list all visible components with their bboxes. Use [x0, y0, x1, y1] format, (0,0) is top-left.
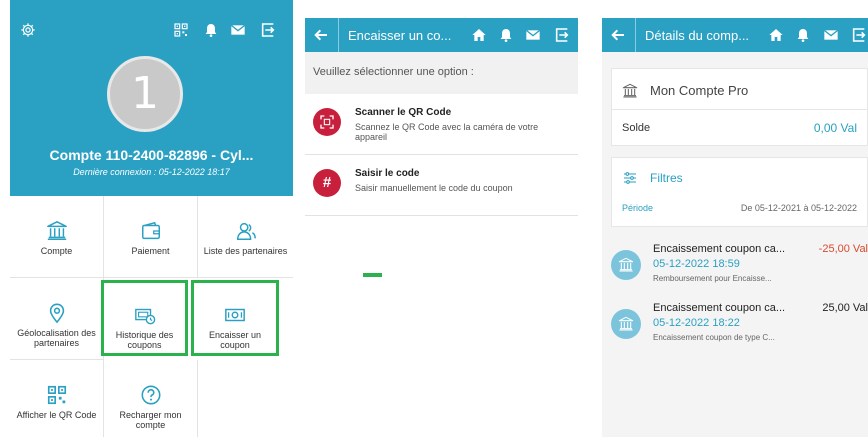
tile-label: Liste des partenaires [203, 246, 288, 256]
last-login-text: Dernière connexion : 05-12-2022 18:17 [73, 167, 230, 177]
tile-compte[interactable]: Compte [10, 196, 104, 278]
tile-encaisser-coupon[interactable]: Encaisser un coupon [191, 280, 279, 356]
qr-code-icon [10, 384, 103, 406]
home-icon[interactable] [471, 27, 487, 43]
tile-label: Géolocalisation des partenaires [17, 328, 96, 348]
tile-afficher-qr[interactable]: Afficher le QR Code [10, 360, 104, 437]
bank-icon [611, 250, 641, 280]
tile-label: Historique des coupons [115, 330, 174, 350]
balance-label: Solde [622, 122, 651, 134]
option-title: Saisir le code [355, 168, 420, 179]
option-enter-code[interactable]: # Saisir le code Saisir manuellement le … [305, 155, 578, 216]
balance-value: 0,00 Val [813, 121, 857, 135]
tile-label: Encaisser un coupon [208, 330, 262, 350]
transaction-amount: 25,00 Val [822, 302, 868, 314]
account-name: Mon Compte Pro [650, 83, 749, 98]
divider [635, 18, 636, 52]
partners-icon [198, 220, 293, 242]
filters-label: Filtres [650, 171, 683, 185]
option-description: Saisir manuellement le code du coupon [355, 183, 513, 193]
bell-icon[interactable] [203, 22, 219, 38]
location-pin-icon [10, 302, 103, 324]
transaction-note: Encaissement coupon de type C... [653, 333, 775, 342]
tile-label: Afficher le QR Code [16, 410, 97, 420]
app-bar: Encaisser un co... [305, 18, 578, 52]
help-circle-icon [104, 384, 197, 406]
tile-geolocalisation[interactable]: Géolocalisation des partenaires [10, 278, 104, 360]
page-title: Détails du comp... [645, 28, 750, 43]
tile-liste-partenaires[interactable]: Liste des partenaires [198, 196, 293, 278]
cash-coupon-screen: Encaisser un co... Veuillez sélectionner… [305, 0, 578, 437]
divider [612, 109, 867, 110]
filter-icon [622, 170, 638, 186]
back-arrow-icon[interactable] [313, 27, 329, 43]
back-arrow-icon[interactable] [610, 27, 626, 43]
home-icon[interactable] [768, 27, 784, 43]
hash-icon: # [313, 169, 341, 197]
transaction-title: Encaissement coupon ca... [653, 302, 786, 314]
option-title: Scanner le QR Code [355, 107, 452, 118]
logout-icon[interactable] [851, 27, 867, 43]
transaction-title: Encaissement coupon ca... [653, 243, 786, 255]
home-toolbar [10, 22, 293, 42]
transaction-row[interactable]: Encaissement coupon ca... -25,00 Val 05-… [611, 238, 868, 296]
avatar: 1 [107, 56, 183, 132]
mail-icon[interactable] [230, 22, 246, 38]
green-dash-mark [363, 273, 382, 277]
page-title: Encaisser un co... [348, 28, 452, 43]
period-value: De 05-12-2021 à 05-12-2022 [740, 203, 857, 213]
transaction-date: 05-12-2022 18:22 [653, 317, 740, 329]
account-title: Compte 110-2400-82896 - Cyl... [49, 147, 254, 163]
logout-icon[interactable] [554, 27, 570, 43]
transaction-note: Remboursement pour Encaisse... [653, 274, 772, 283]
logout-icon[interactable] [260, 22, 276, 38]
bank-icon [10, 220, 103, 242]
bell-icon[interactable] [498, 27, 514, 43]
tile-historique-coupons[interactable]: Historique des coupons [101, 280, 188, 356]
transaction-date: 05-12-2022 18:59 [653, 258, 740, 270]
tile-label: Compte [40, 246, 73, 256]
qr-scan-icon [313, 108, 341, 136]
bank-icon [611, 309, 641, 339]
mail-icon[interactable] [823, 27, 839, 43]
transaction-amount: -25,00 Val [818, 243, 868, 255]
account-header: 1 Compte 110-2400-82896 - Cyl... Dernièr… [10, 0, 293, 196]
bell-icon[interactable] [795, 27, 811, 43]
qr-code-icon[interactable] [173, 22, 189, 38]
period-label: Période [622, 203, 654, 213]
home-screen: 1 Compte 110-2400-82896 - Cyl... Dernièr… [10, 0, 293, 437]
filters-card[interactable]: Filtres Période De 05-12-2021 à 05-12-20… [611, 157, 868, 227]
option-description: Scannez le QR Code avec la caméra de vot… [355, 122, 539, 142]
gear-icon[interactable] [20, 22, 36, 38]
option-scan-qr[interactable]: Scanner le QR Code Scannez le QR Code av… [305, 94, 578, 155]
tile-label: Recharger mon compte [119, 410, 182, 430]
account-details-screen: Détails du comp... Mon Compte Pro Solde … [602, 0, 868, 437]
tile-paiement[interactable]: Paiement [104, 196, 198, 278]
transaction-row[interactable]: Encaissement coupon ca... 25,00 Val 05-1… [611, 297, 868, 355]
app-bar: Détails du comp... [602, 18, 868, 52]
bank-icon [622, 83, 638, 99]
account-card: Mon Compte Pro Solde 0,00 Val [611, 68, 868, 146]
mail-icon[interactable] [525, 27, 541, 43]
cash-coupon-icon [194, 304, 276, 326]
coupon-history-icon [104, 304, 185, 326]
tile-label: Paiement [131, 246, 170, 256]
option-prompt: Veuillez sélectionner une option : [305, 52, 578, 94]
tile-recharger-compte[interactable]: Recharger mon compte [104, 360, 198, 437]
divider [338, 18, 339, 52]
wallet-icon [104, 220, 197, 242]
